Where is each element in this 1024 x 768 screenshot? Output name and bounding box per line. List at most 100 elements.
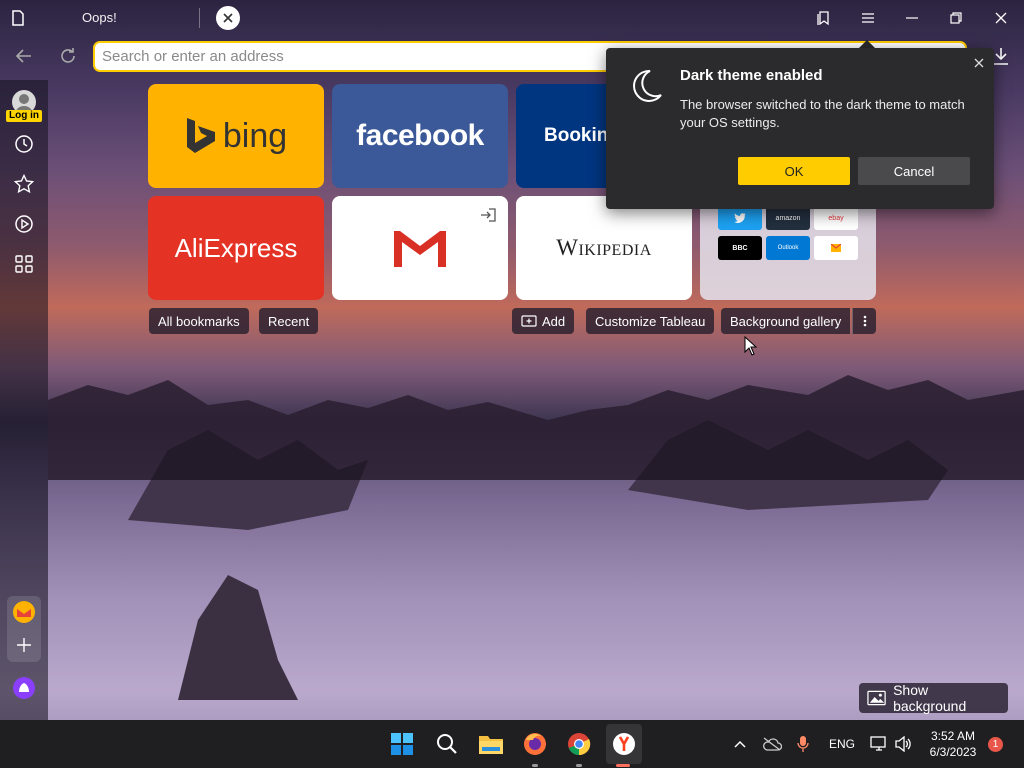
login-badge[interactable]: Log in [6, 110, 42, 122]
tile-label: facebook [356, 119, 484, 152]
tile-facebook[interactable]: facebook [332, 84, 508, 188]
mini-tile-bbc: BBC [718, 236, 762, 260]
add-tile-icon [521, 315, 537, 327]
close-icon[interactable] [974, 58, 984, 68]
tile-aliexpress[interactable]: AliExpress [148, 196, 324, 300]
minimize-icon [906, 17, 918, 19]
mini-tile-ebay: ebay [814, 206, 858, 230]
cloud-offline-icon[interactable] [762, 737, 782, 751]
notification-badge[interactable]: 1 [988, 737, 1003, 752]
tab-separator [199, 8, 200, 28]
firefox-button[interactable] [519, 728, 551, 760]
tile-wikipedia[interactable]: Wikipedia [516, 196, 692, 300]
mini-tile-twitter [718, 206, 762, 230]
add-panel-button[interactable] [12, 633, 36, 657]
popup-message: The browser switched to the dark theme t… [680, 97, 965, 130]
chrome-button[interactable] [563, 728, 595, 760]
clock-time: 3:52 AM [930, 729, 976, 743]
folder-icon [479, 736, 503, 754]
chrome-icon [568, 733, 591, 756]
customize-tableau-button[interactable]: Customize Tableau [586, 308, 715, 334]
document-icon [12, 10, 24, 26]
tile-label: bing [222, 116, 288, 155]
image-icon [867, 690, 886, 706]
tile-folder[interactable]: amazon ebay BBC Outlook [700, 196, 876, 300]
popup-title: Dark theme enabled [680, 67, 823, 84]
mail-icon [13, 601, 35, 623]
bookmarks-icon [817, 11, 829, 26]
download-icon[interactable] [992, 46, 1010, 66]
restore-button[interactable] [943, 6, 969, 30]
bing-logo-icon [186, 118, 215, 153]
language-indicator[interactable]: ENG [829, 720, 855, 768]
mail-icon [831, 244, 841, 252]
dark-theme-popup: Dark theme enabled The browser switched … [606, 48, 994, 209]
tile-gmail[interactable] [332, 196, 508, 300]
background-options-button[interactable] [852, 308, 876, 334]
chevron-up-icon[interactable] [734, 740, 746, 748]
start-button[interactable] [386, 728, 418, 760]
history-button[interactable] [12, 132, 36, 156]
file-explorer-button[interactable] [475, 728, 507, 760]
tab-title[interactable]: Oops! [82, 10, 117, 25]
show-background-label: Show background [893, 682, 967, 714]
moon-icon [633, 69, 662, 102]
clock-date: 6/3/2023 [929, 745, 977, 759]
cancel-button[interactable]: Cancel [858, 157, 970, 185]
running-indicator [532, 764, 538, 767]
play-icon [15, 215, 33, 233]
yandex-browser-button[interactable] [606, 724, 642, 764]
mail-app-button[interactable] [12, 600, 36, 624]
sign-in-icon [481, 208, 496, 222]
bookmarks-sidebar-button[interactable] [12, 172, 36, 196]
background-gallery-button[interactable]: Background gallery [721, 308, 851, 334]
ok-button[interactable]: OK [738, 157, 850, 185]
tile-label: Wikipedia [556, 235, 652, 260]
services-button[interactable] [12, 252, 36, 276]
all-bookmarks-button[interactable]: All bookmarks [149, 308, 249, 334]
mountain-scenery [48, 375, 1024, 720]
video-button[interactable] [12, 212, 36, 236]
bookmarks-button[interactable] [811, 6, 837, 30]
tile-label: Bookin [544, 125, 608, 146]
grid-icon [15, 255, 33, 273]
close-window-button[interactable] [988, 6, 1014, 30]
clock-icon [15, 135, 33, 153]
yandex-icon [613, 733, 635, 755]
alice-assistant-button[interactable] [12, 676, 36, 700]
show-background-button[interactable]: Show background [859, 682, 1008, 714]
mini-tile-outlook: Outlook [766, 236, 810, 260]
twitter-icon [734, 213, 746, 223]
close-icon [995, 12, 1007, 24]
firefox-icon [524, 733, 546, 755]
more-vertical-icon [863, 315, 866, 327]
recent-button[interactable]: Recent [259, 308, 319, 334]
network-icon[interactable] [870, 736, 888, 752]
microphone-icon[interactable] [797, 735, 809, 753]
mini-tile-mail [814, 236, 858, 260]
alice-icon [13, 677, 35, 699]
close-tab-button[interactable] [216, 6, 240, 30]
restore-icon [950, 12, 962, 24]
tile-booking[interactable]: Bookin [516, 84, 608, 188]
back-arrow-icon[interactable] [14, 46, 34, 66]
clock[interactable]: 3:52 AM 6/3/2023 [922, 728, 984, 760]
add-label: Add [542, 313, 566, 329]
reload-icon[interactable] [58, 46, 78, 66]
tile-bing[interactable]: bing [148, 84, 324, 188]
search-icon [437, 734, 457, 754]
menu-button[interactable] [855, 6, 881, 30]
volume-icon[interactable] [894, 736, 912, 752]
windows-logo-icon [391, 733, 413, 755]
hamburger-icon [862, 13, 874, 23]
mini-tile-amazon: amazon [766, 206, 810, 230]
close-icon [223, 13, 233, 23]
tab-bar: Oops! [0, 0, 1024, 36]
gmail-logo-icon [394, 231, 446, 267]
minimize-button[interactable] [899, 6, 925, 30]
plus-icon [17, 638, 31, 652]
star-icon [14, 174, 34, 194]
add-button[interactable]: Add [512, 308, 575, 334]
search-button[interactable] [431, 728, 463, 760]
taskbar: ENG 3:52 AM 6/3/2023 1 [0, 720, 1024, 768]
